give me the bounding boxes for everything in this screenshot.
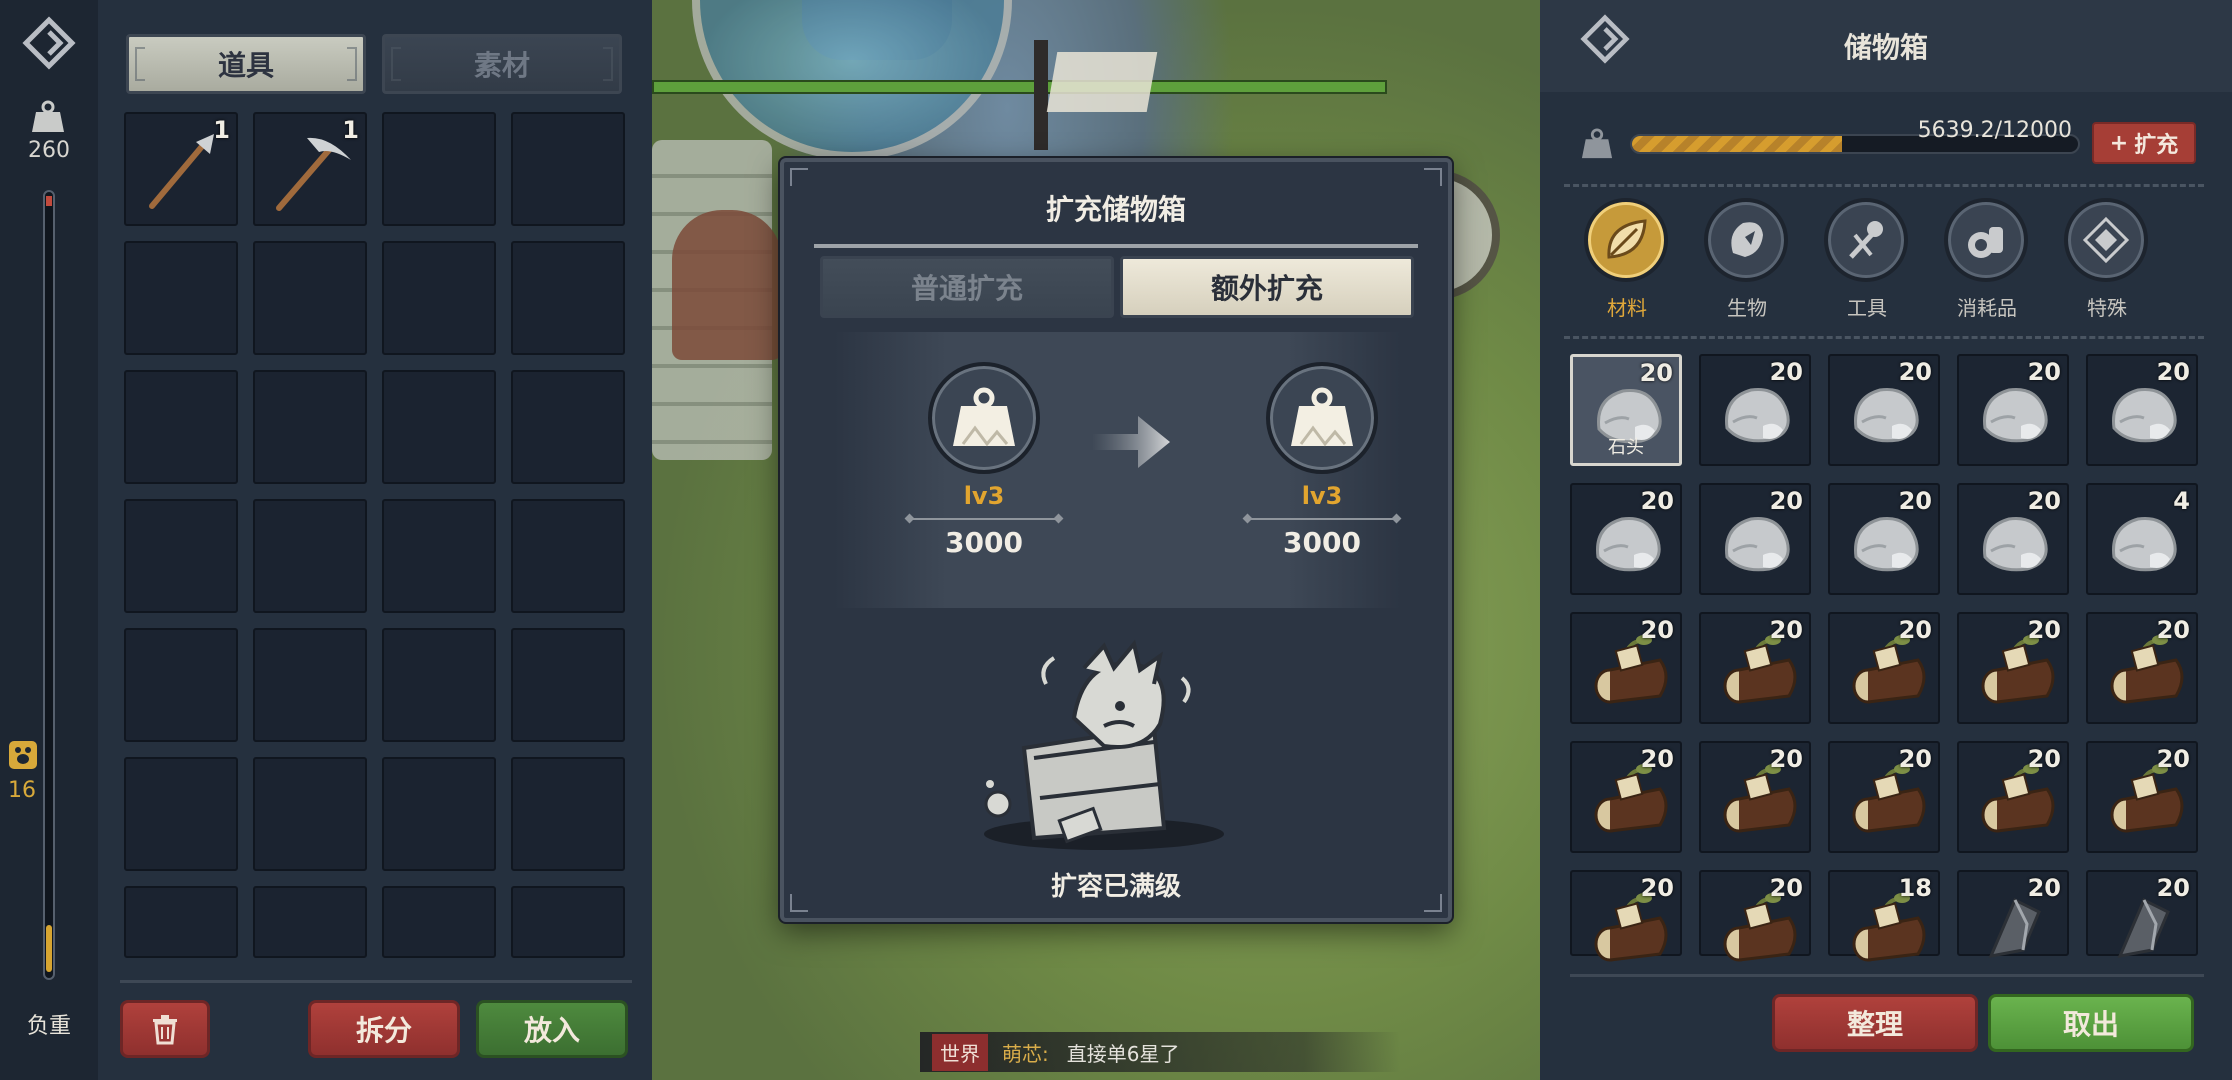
next-bag-badge <box>1266 362 1378 474</box>
next-level: lv3 <box>1301 482 1343 510</box>
dialog-corner <box>1424 168 1442 186</box>
next-capacity: 3000 <box>1283 526 1361 559</box>
tab-normal-expand[interactable]: 普通扩充 <box>820 256 1114 318</box>
max-level-character-illustration <box>984 639 1224 850</box>
current-level: lv3 <box>963 482 1005 510</box>
weight-bag-icon <box>1291 387 1353 447</box>
current-bag-badge <box>928 362 1040 474</box>
capacity-compare-panel: lv3 3000 lv3 3000 <box>834 332 1400 608</box>
next-capacity-line <box>1247 518 1397 520</box>
current-capacity-line <box>909 518 1059 520</box>
dialog-corner <box>790 168 808 186</box>
dialog-title: 扩充储物箱 <box>1045 193 1186 226</box>
chat-channel-badge: 世界 <box>932 1033 988 1071</box>
expand-storage-dialog: 扩充储物箱 普通扩充 额外扩充 lv3 3000 lv3 3000 扩容已满级 <box>780 158 1452 922</box>
max-level-status: 扩容已满级 <box>1050 872 1181 902</box>
chat-sender: 萌芯: <box>1002 1041 1049 1066</box>
upgrade-arrow-icon <box>1092 416 1170 468</box>
dialog-title-underline <box>814 244 1418 248</box>
weight-bag-icon <box>953 387 1015 447</box>
current-capacity: 3000 <box>945 526 1023 559</box>
chat-message: 直接单6星了 <box>1066 1041 1180 1066</box>
tab-extra-expand[interactable]: 额外扩充 <box>1120 256 1414 318</box>
chat-bar[interactable]: 世界 萌芯: 直接单6星了 <box>920 1032 1400 1072</box>
